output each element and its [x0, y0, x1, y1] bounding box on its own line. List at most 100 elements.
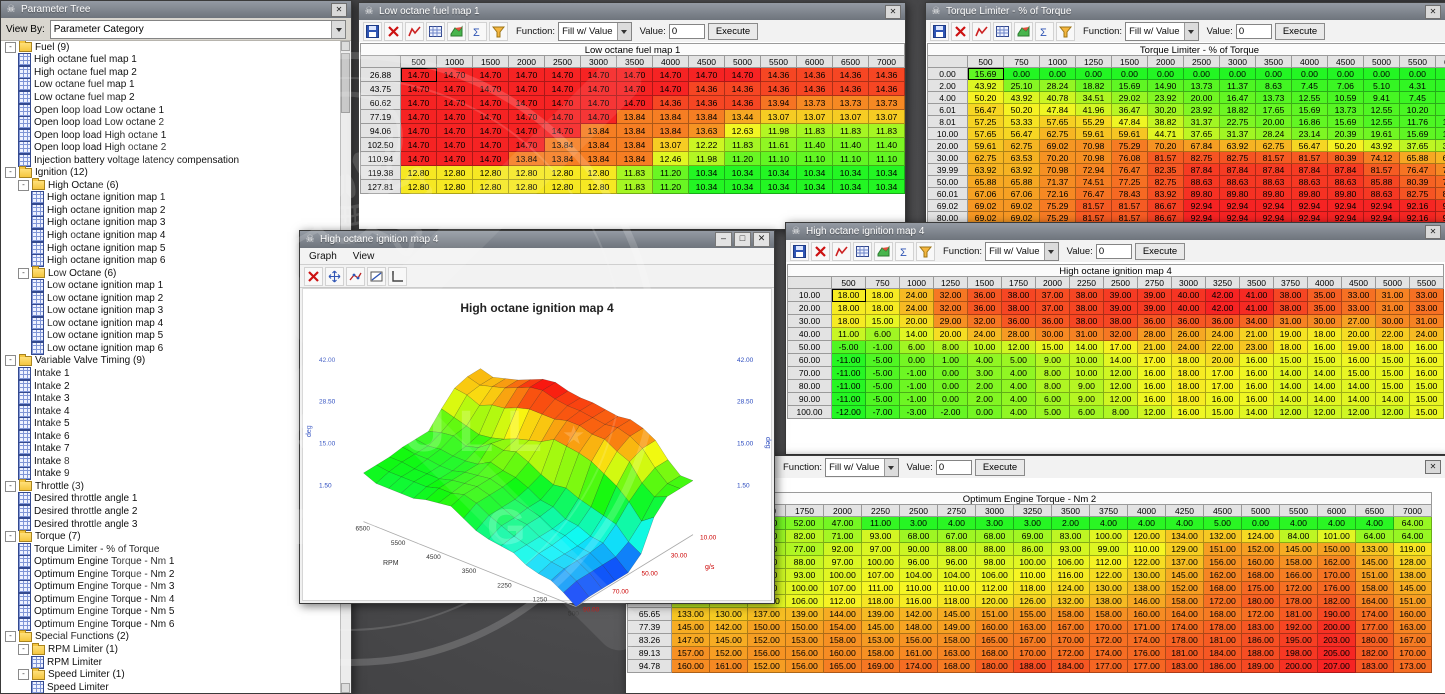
tree-folder[interactable]: -Low Octane (6): [1, 267, 341, 280]
table-cell[interactable]: 106.00: [786, 595, 824, 608]
table-cell[interactable]: 14.36: [869, 82, 905, 96]
table-cell[interactable]: 22.00: [1206, 341, 1240, 354]
table-cell[interactable]: 89.80: [1328, 188, 1364, 200]
table-cell[interactable]: 107.00: [824, 582, 862, 595]
table-cell[interactable]: 18.00: [832, 315, 866, 328]
table-cell[interactable]: 13.73: [1328, 104, 1364, 116]
table-cell[interactable]: 50.20: [1328, 140, 1364, 152]
table-cell[interactable]: 137.00: [1166, 556, 1204, 569]
table-cell[interactable]: 4.00: [1318, 517, 1356, 530]
table-cell[interactable]: 20.00: [1342, 328, 1376, 341]
table-cell[interactable]: -3.00: [900, 406, 934, 419]
column-header[interactable]: 3500: [617, 56, 653, 68]
table-cell[interactable]: 145.00: [1356, 556, 1394, 569]
table-cell[interactable]: 8.63: [1256, 80, 1292, 92]
table-cell[interactable]: 13.84: [581, 152, 617, 166]
table-cell[interactable]: 9.02: [1436, 104, 1445, 116]
close-icon[interactable]: [753, 232, 770, 247]
table-cell[interactable]: 70.98: [1040, 164, 1076, 176]
table-cell[interactable]: 28.00: [1138, 328, 1172, 341]
line-chart-icon[interactable]: [832, 242, 851, 261]
table-cell[interactable]: 14.36: [761, 82, 797, 96]
table-cell[interactable]: 156.00: [748, 647, 786, 660]
table-cell[interactable]: 110.00: [1128, 543, 1166, 556]
table-cell[interactable]: 43.92: [1364, 140, 1400, 152]
table-cell[interactable]: 17.00: [1104, 341, 1138, 354]
table-cell[interactable]: 62.75: [1004, 140, 1040, 152]
table-cell[interactable]: -11.00: [832, 354, 866, 367]
row-header[interactable]: 10.00: [928, 128, 968, 140]
table-cell[interactable]: 14.70: [617, 68, 653, 82]
scroll-thumb[interactable]: [341, 53, 350, 113]
table-cell[interactable]: 16.00: [1240, 380, 1274, 393]
table-cell[interactable]: 14.70: [509, 138, 545, 152]
table-cell[interactable]: 14.36: [761, 68, 797, 82]
table-cell[interactable]: 88.00: [976, 543, 1014, 556]
table-cell[interactable]: 195.00: [1280, 634, 1318, 647]
function-select[interactable]: Fill w/ Value: [1125, 22, 1199, 41]
map-icon[interactable]: [853, 242, 872, 261]
table-cell[interactable]: 163.00: [938, 647, 976, 660]
table-cell[interactable]: 101.00: [1318, 530, 1356, 543]
table-cell[interactable]: 142.00: [900, 608, 938, 621]
table-cell[interactable]: 14.70: [401, 138, 437, 152]
column-header[interactable]: 1000: [1040, 56, 1076, 68]
table-cell[interactable]: 87.84: [1256, 164, 1292, 176]
table-cell[interactable]: 14.00: [1376, 393, 1410, 406]
table-cell[interactable]: 32.00: [934, 302, 968, 315]
table-cell[interactable]: 69.00: [1014, 530, 1052, 543]
table-cell[interactable]: 14.00: [1342, 380, 1376, 393]
collapse-icon[interactable]: -: [5, 531, 16, 542]
map-icon[interactable]: [426, 22, 445, 41]
table-cell[interactable]: 14.36: [869, 68, 905, 82]
table-cell[interactable]: 24.00: [900, 289, 934, 302]
table-cell[interactable]: 82.35: [1148, 164, 1184, 176]
table-cell[interactable]: 174.00: [1090, 647, 1128, 660]
table-cell[interactable]: 4.31: [1400, 80, 1436, 92]
table-cell[interactable]: 12.80: [509, 166, 545, 180]
table-cell[interactable]: 96.00: [938, 556, 976, 569]
table-cell[interactable]: 13.07: [797, 110, 833, 124]
table-cell[interactable]: 14.70: [509, 124, 545, 138]
close-icon[interactable]: [1425, 460, 1441, 474]
table-cell[interactable]: 18.00: [1376, 341, 1410, 354]
table-cell[interactable]: 107.00: [862, 569, 900, 582]
collapse-icon[interactable]: -: [5, 355, 16, 366]
table-cell[interactable]: 100.00: [1014, 556, 1052, 569]
table-cell[interactable]: 167.00: [1052, 621, 1090, 634]
table-cell[interactable]: 57.25: [968, 116, 1004, 128]
table-cell[interactable]: 13.07: [833, 110, 869, 124]
table-cell[interactable]: 16.47: [1220, 92, 1256, 104]
table-cell[interactable]: 55.29: [1076, 116, 1112, 128]
table-cell[interactable]: 14.70: [401, 68, 437, 82]
table-cell[interactable]: 39.00: [1104, 289, 1138, 302]
table-cell[interactable]: 80.39: [1400, 176, 1436, 188]
row-header[interactable]: 60.01: [928, 188, 968, 200]
column-header[interactable]: 3000: [581, 56, 617, 68]
table-cell[interactable]: 10.34: [689, 180, 725, 194]
table-cell[interactable]: 72.16: [1040, 188, 1076, 200]
table-cell[interactable]: 4.00: [1002, 393, 1036, 406]
value-input[interactable]: [1096, 244, 1132, 259]
table-cell[interactable]: 33.00: [1342, 302, 1376, 315]
table-cell[interactable]: 92.94: [1364, 200, 1400, 212]
tree-folder[interactable]: -Torque (7): [1, 530, 341, 543]
table-cell[interactable]: 14.70: [437, 68, 473, 82]
table-cell[interactable]: 81.57: [1112, 200, 1148, 212]
row-header[interactable]: 60.62: [361, 96, 401, 110]
table-cell[interactable]: 6.00: [866, 328, 900, 341]
table-cell[interactable]: 47.84: [1112, 116, 1148, 128]
table-cell[interactable]: 12.80: [437, 180, 473, 194]
table-cell[interactable]: 148.00: [900, 621, 938, 634]
table-cell[interactable]: 20.00: [1184, 92, 1220, 104]
table-cell[interactable]: 7.06: [1436, 92, 1445, 104]
table-cell[interactable]: 181.00: [1166, 647, 1204, 660]
table-cell[interactable]: 15.00: [1206, 406, 1240, 419]
table-cell[interactable]: 33.00: [1410, 302, 1444, 315]
tree-item[interactable]: Intake 2: [1, 380, 341, 393]
row-header[interactable]: 69.02: [928, 200, 968, 212]
table-cell[interactable]: 145.00: [710, 634, 748, 647]
table-cell[interactable]: 53.33: [1004, 116, 1040, 128]
column-header[interactable]: 1500: [1112, 56, 1148, 68]
table-cell[interactable]: 129.00: [1166, 543, 1204, 556]
